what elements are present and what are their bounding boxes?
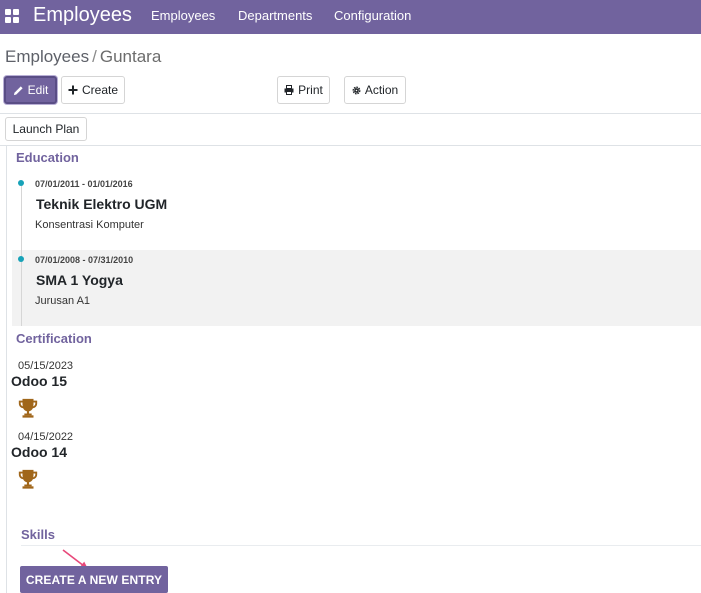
create-button-label: Create bbox=[81, 83, 119, 97]
education-entry-name[interactable]: SMA 1 Yogya bbox=[36, 272, 123, 289]
print-button-label: Print bbox=[298, 83, 323, 97]
edit-button-label: Edit bbox=[27, 83, 49, 97]
print-button[interactable]: Print bbox=[277, 76, 330, 104]
breadcrumb: Employees / Guntara bbox=[5, 47, 161, 67]
menu-item-configuration[interactable]: Configuration bbox=[334, 8, 411, 24]
create-new-entry-button[interactable]: CREATE A NEW ENTRY bbox=[20, 566, 168, 593]
app-name[interactable]: Employees bbox=[33, 3, 132, 27]
menu-item-departments[interactable]: Departments bbox=[238, 8, 312, 24]
education-entry-dates: 07/01/2008 - 07/31/2010 bbox=[35, 255, 134, 265]
action-button-label: Action bbox=[364, 83, 399, 97]
edit-button[interactable]: Edit bbox=[4, 76, 57, 104]
header-divider bbox=[0, 145, 701, 146]
timeline-dot bbox=[18, 256, 24, 262]
education-entry-name[interactable]: Teknik Elektro UGM bbox=[36, 196, 167, 213]
apps-menu-icon[interactable] bbox=[5, 9, 19, 23]
certification-date: 05/15/2023 bbox=[18, 360, 74, 372]
menu-item-employees[interactable]: Employees bbox=[151, 8, 215, 24]
education-title: Education bbox=[16, 150, 79, 165]
plus-icon bbox=[68, 85, 78, 95]
trophy-icon bbox=[18, 398, 38, 418]
timeline-dot bbox=[18, 180, 24, 186]
action-button[interactable]: Action bbox=[344, 76, 406, 104]
certification-name[interactable]: Odoo 15 bbox=[11, 373, 67, 390]
certification-date: 04/15/2022 bbox=[18, 431, 74, 443]
breadcrumb-employees-link[interactable]: Employees bbox=[5, 47, 89, 66]
printer-icon bbox=[284, 85, 294, 95]
education-entry-description: Konsentrasi Komputer bbox=[35, 219, 144, 231]
breadcrumb-separator: / bbox=[92, 47, 97, 66]
education-entry-dates: 07/01/2011 - 01/01/2016 bbox=[35, 179, 133, 189]
launch-plan-button[interactable]: Launch Plan bbox=[5, 117, 87, 141]
pencil-icon bbox=[13, 85, 23, 95]
gear-icon bbox=[352, 86, 361, 94]
skills-title: Skills bbox=[21, 527, 55, 542]
top-navbar: Employees Employees Departments Configur… bbox=[0, 0, 701, 34]
sheet-left-border bbox=[6, 146, 7, 593]
trophy-icon bbox=[18, 469, 38, 489]
launch-plan-button-label: Launch Plan bbox=[12, 122, 80, 136]
certification-title: Certification bbox=[16, 331, 92, 346]
create-button[interactable]: Create bbox=[61, 76, 125, 104]
breadcrumb-current: Guntara bbox=[99, 47, 162, 66]
certification-name[interactable]: Odoo 14 bbox=[11, 444, 67, 461]
skills-divider bbox=[21, 545, 701, 546]
control-panel-divider bbox=[0, 113, 701, 114]
education-entry-description: Jurusan A1 bbox=[35, 295, 91, 307]
